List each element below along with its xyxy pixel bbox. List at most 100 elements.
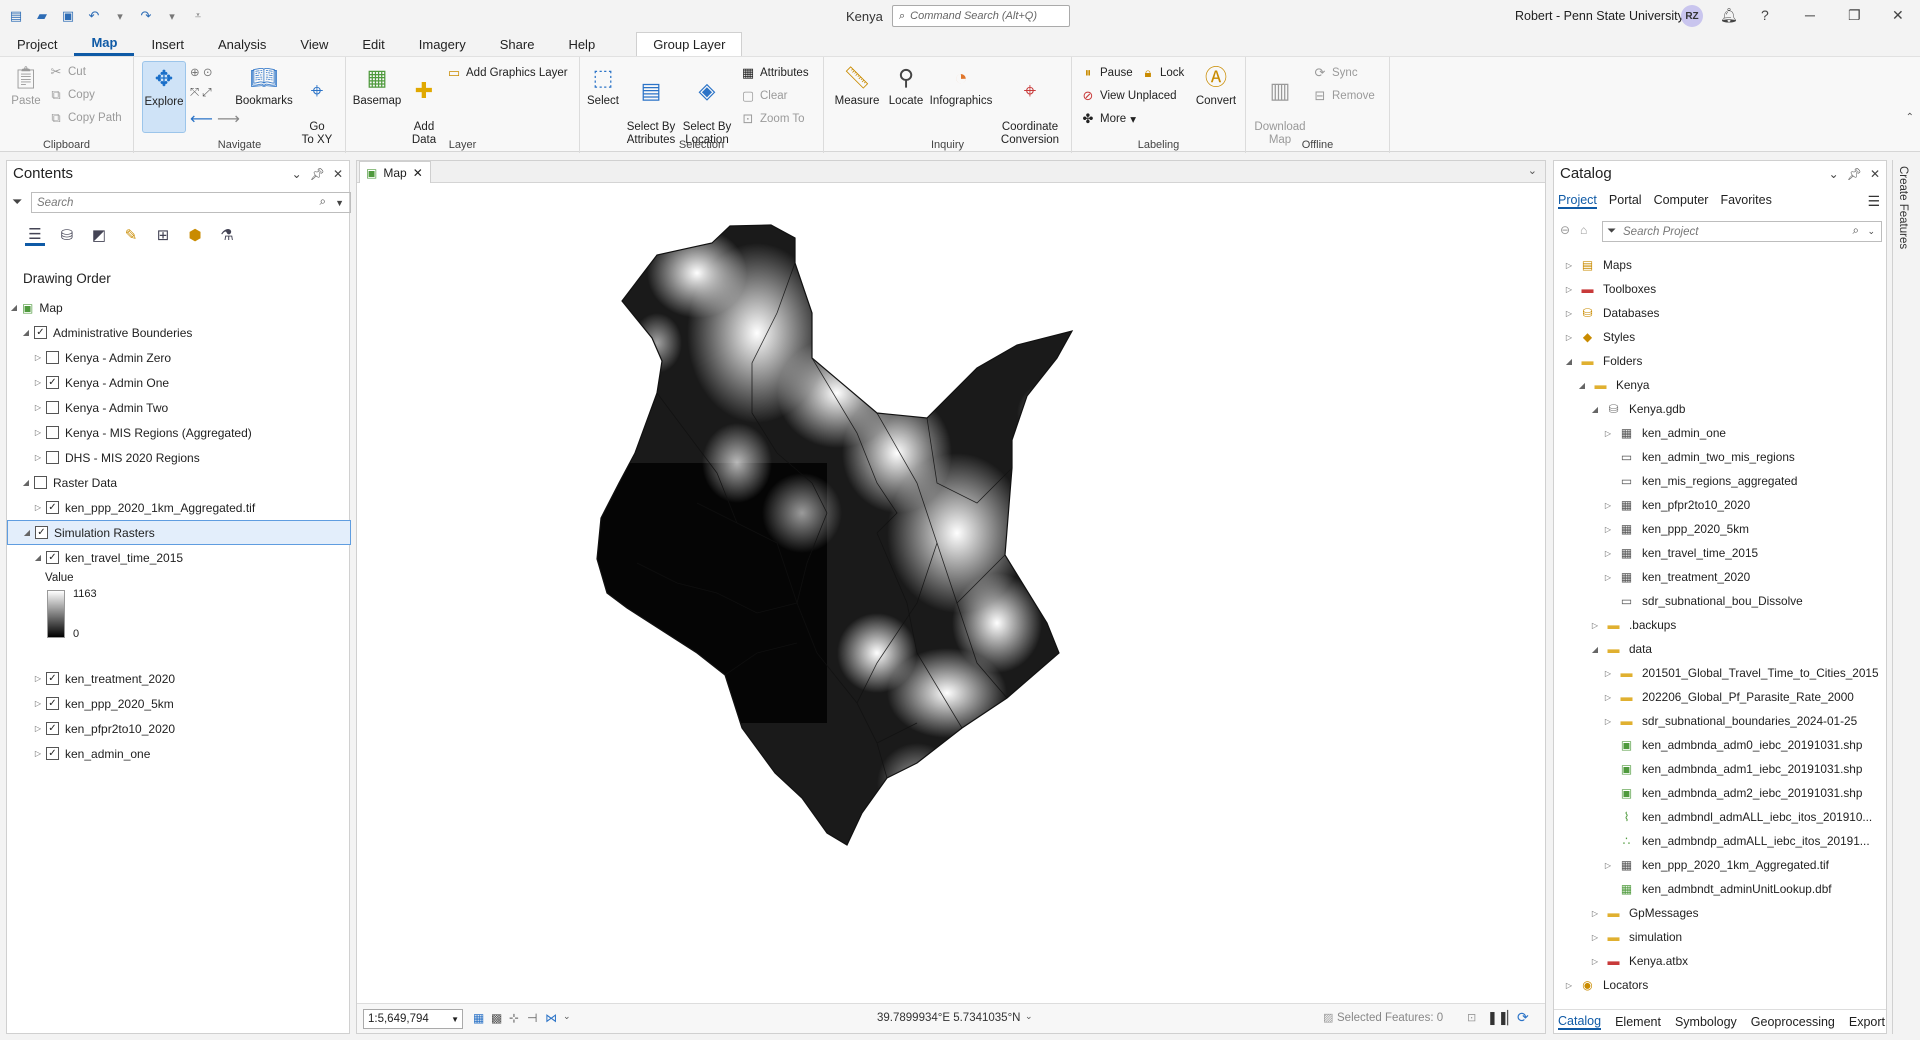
sync-button[interactable]: ⟳ Sync — [1312, 65, 1358, 81]
collapse-icon[interactable]: ◢ — [9, 303, 19, 312]
full-extent-icon[interactable]: ⊕ ⊙ — [190, 65, 212, 79]
customize-toolbar-icon[interactable]: ⩡ — [188, 6, 208, 26]
catalog-item[interactable]: ▷ ▬ Kenya.atbx — [1554, 949, 1888, 973]
coordinate-format-chevron-icon[interactable]: ⌄ — [1025, 1011, 1033, 1022]
catalog-item[interactable]: ◢ ▬ Kenya — [1554, 373, 1888, 397]
visibility-checkbox[interactable]: ✓ — [46, 697, 59, 710]
chevron-down-icon[interactable]: ⌄ — [563, 1011, 571, 1022]
visibility-checkbox[interactable]: ✓ — [46, 551, 59, 564]
expand-icon[interactable]: ▷ — [33, 674, 43, 683]
visibility-checkbox[interactable]: ✓ — [46, 722, 59, 735]
expand-icon[interactable]: ▷ — [1562, 981, 1576, 990]
pause-drawing-icon[interactable]: ❚❚ — [1487, 1010, 1509, 1026]
expand-icon[interactable]: ▷ — [1601, 525, 1615, 534]
map-canvas[interactable] — [357, 183, 1545, 1005]
tab-project[interactable]: Project — [0, 32, 74, 56]
create-features-side-tab[interactable]: Create Features — [1892, 160, 1918, 1034]
catalog-item[interactable]: ◢ ▬ data — [1554, 637, 1888, 661]
visibility-checkbox[interactable]: ✓ — [35, 526, 48, 539]
catalog-item[interactable]: ◢ ▬ Folders — [1554, 349, 1888, 373]
restore-icon[interactable]: ❐ — [1848, 7, 1861, 24]
select-button[interactable]: ⬚ Select — [584, 61, 622, 108]
map-node[interactable]: ◢ ▣ Map — [7, 295, 351, 320]
explore-button[interactable]: ✥ Explore — [142, 61, 186, 133]
collapse-icon[interactable]: ◢ — [1562, 357, 1576, 366]
collapse-icon[interactable]: ◢ — [1588, 645, 1602, 654]
expand-icon[interactable]: ▷ — [1562, 333, 1576, 342]
pane-options-icon[interactable]: ⌄ — [292, 167, 302, 181]
snapping-icon[interactable]: ⊹ — [509, 1011, 519, 1025]
view-unplaced-button[interactable]: ⊘ View Unplaced — [1080, 88, 1177, 104]
chevron-down-icon[interactable]: ⌄ — [1867, 226, 1875, 237]
expand-icon[interactable]: ▷ — [1601, 429, 1615, 438]
catalog-item[interactable]: ▷ ▬ 202206_Global_Pf_Parasite_Rate_2000 — [1554, 685, 1888, 709]
expand-icon[interactable]: ▷ — [1601, 669, 1615, 678]
list-by-labeling-icon[interactable]: ⬢ — [185, 224, 205, 246]
correction-icon[interactable]: ⊣ — [527, 1011, 537, 1025]
tab-group-layer[interactable]: Group Layer — [636, 32, 743, 56]
attributes-button[interactable]: ▦ Attributes — [740, 65, 809, 81]
grid-icon[interactable]: ▩ — [491, 1011, 502, 1025]
previous-extent-icon[interactable]: ⟵ ⟶ — [190, 109, 240, 129]
tab-list-icon[interactable]: ⌄ — [1528, 164, 1537, 177]
redo-icon[interactable]: ↷ — [136, 6, 156, 26]
catalog-item[interactable]: ▷ ▦ ken_treatment_2020 — [1554, 565, 1888, 589]
convert-labels-button[interactable]: Ⓐ Convert — [1192, 61, 1240, 108]
expand-icon[interactable]: ▷ — [1588, 621, 1602, 630]
copy-button[interactable]: ⧉ Copy — [48, 87, 95, 103]
bottom-tab-element[interactable]: Element — [1615, 1015, 1661, 1029]
expand-icon[interactable]: ▷ — [1562, 285, 1576, 294]
bottom-tab-export[interactable]: Export — [1849, 1015, 1885, 1029]
visibility-checkbox[interactable] — [34, 476, 47, 489]
basemap-button[interactable]: ▦ Basemap — [352, 61, 402, 108]
coordinate-conversion-button[interactable]: ⌖ Coordinate Conversion — [996, 61, 1064, 147]
refresh-icon[interactable]: ⟳ — [1517, 1009, 1529, 1026]
catalog-item[interactable]: ▭ ken_mis_regions_aggregated — [1554, 469, 1888, 493]
bookmarks-button[interactable]: 📖︎ Bookmarks — [234, 61, 294, 108]
catalog-item[interactable]: ▷ ▬ simulation — [1554, 925, 1888, 949]
expand-icon[interactable]: ▷ — [1588, 909, 1602, 918]
expand-icon[interactable]: ▷ — [1601, 501, 1615, 510]
go-to-xy-button[interactable]: ⌖ Go To XY — [296, 61, 338, 147]
tab-edit[interactable]: Edit — [345, 32, 401, 56]
list-by-drawing-order-icon[interactable]: ☰ — [25, 224, 45, 246]
new-project-icon[interactable]: ▤ — [6, 6, 26, 26]
notification-bell-icon[interactable]: 🔔︎ — [1720, 7, 1738, 24]
home-icon[interactable]: ⌂ — [1580, 223, 1587, 237]
undo-dropdown-icon[interactable]: ▾ — [110, 6, 130, 26]
cut-button[interactable]: ✂ Cut — [48, 64, 86, 80]
catalog-item[interactable]: ▭ sdr_subnational_bou_Dissolve — [1554, 589, 1888, 613]
expand-icon[interactable]: ▷ — [1562, 261, 1576, 270]
hamburger-menu-icon[interactable]: ☰ — [1867, 193, 1880, 210]
catalog-tab-computer[interactable]: Computer — [1654, 193, 1709, 209]
visibility-checkbox[interactable]: ✓ — [46, 501, 59, 514]
paste-button[interactable]: 📋︎ Paste — [6, 61, 46, 108]
tab-view[interactable]: View — [283, 32, 345, 56]
help-icon[interactable]: ? — [1761, 7, 1769, 23]
pane-options-icon[interactable]: ⌄ — [1829, 167, 1839, 181]
avatar[interactable]: RZ — [1681, 5, 1703, 27]
tab-map[interactable]: Map — [74, 32, 135, 56]
catalog-item[interactable]: ▷ ▬ 201501_Global_Travel_Time_to_Cities_20… — [1554, 661, 1888, 685]
user-name[interactable]: Robert - Penn State University — [1515, 9, 1684, 23]
visibility-checkbox[interactable] — [46, 351, 59, 364]
copy-path-button[interactable]: ⧉ Copy Path — [48, 110, 121, 126]
layer-admin-zero[interactable]: ▷ Kenya - Admin Zero — [7, 345, 351, 370]
catalog-item[interactable]: ▣ ken_admbnda_adm1_iebc_20191031.shp — [1554, 757, 1888, 781]
visibility-checkbox[interactable]: ✓ — [46, 747, 59, 760]
pin-icon[interactable]: 📌︎ — [1847, 167, 1862, 181]
layer-travel-time[interactable]: ◢ ✓ ken_travel_time_2015 — [7, 545, 351, 570]
catalog-item[interactable]: ▷ ▬ GpMessages — [1554, 901, 1888, 925]
catalog-item[interactable]: ▷ ▦ ken_pfpr2to10_2020 — [1554, 493, 1888, 517]
catalog-item[interactable]: ▷ ◆ Styles — [1554, 325, 1888, 349]
bottom-tab-symbology[interactable]: Symbology — [1675, 1015, 1737, 1029]
catalog-item[interactable]: ⌇ ken_admbndl_admALL_iebc_itos_201910... — [1554, 805, 1888, 829]
expand-icon[interactable]: ▷ — [1601, 549, 1615, 558]
close-pane-icon[interactable]: ✕ — [1870, 167, 1880, 181]
measure-button[interactable]: 📏︎ Measure — [832, 61, 882, 108]
tab-insert[interactable]: Insert — [134, 32, 201, 56]
layer-dhs-mis[interactable]: ▷ DHS - MIS 2020 Regions — [7, 445, 351, 470]
catalog-item[interactable]: ▷ ▬ Toolboxes — [1554, 277, 1888, 301]
close-pane-icon[interactable]: ✕ — [333, 167, 343, 181]
add-data-button[interactable]: ✚ Add Data — [404, 61, 444, 147]
